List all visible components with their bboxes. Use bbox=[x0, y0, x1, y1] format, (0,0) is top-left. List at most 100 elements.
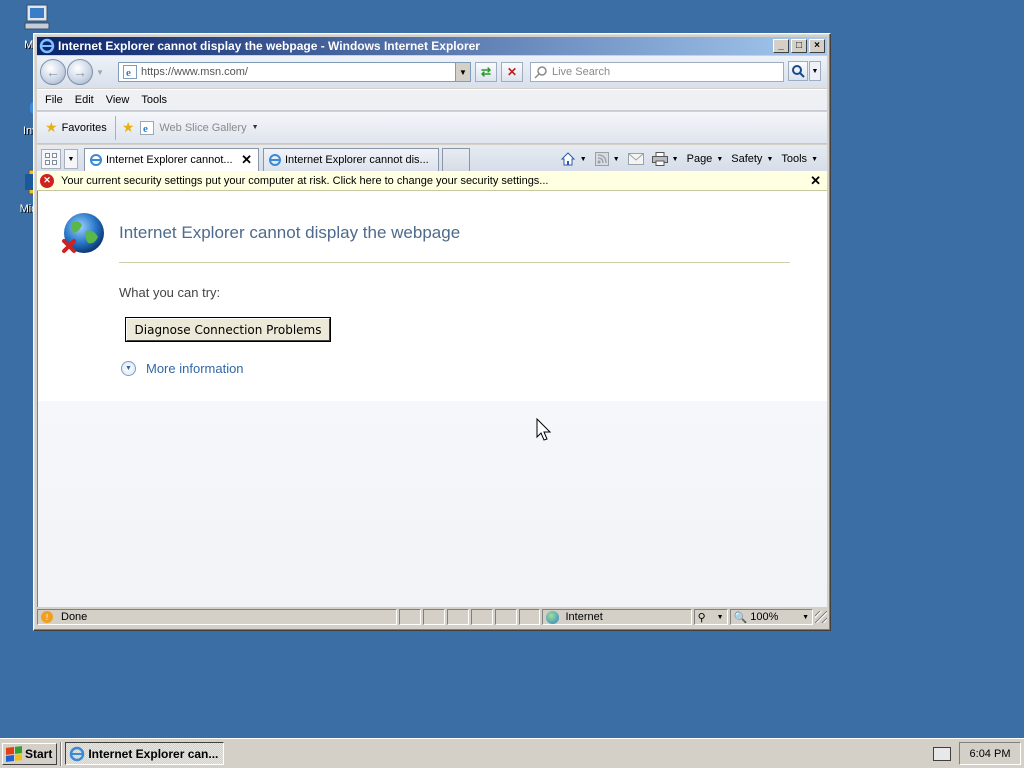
tab-list-dropdown[interactable]: ▼ bbox=[64, 149, 78, 169]
protected-mode-panel[interactable]: ⚲ ▼ bbox=[693, 609, 728, 625]
minimize-button[interactable]: _ bbox=[773, 39, 789, 53]
tab-active[interactable]: Internet Explorer cannot... ✕ bbox=[84, 148, 259, 171]
command-bar: ▼ ▼ ▼ Page ▼ Safety ▼ Tools ▼ bbox=[557, 149, 821, 169]
menu-bar: File Edit View Tools bbox=[37, 89, 827, 111]
clock[interactable]: 6:04 PM bbox=[959, 742, 1021, 765]
close-button[interactable]: × bbox=[809, 39, 825, 53]
status-panel bbox=[398, 609, 421, 625]
resize-grip[interactable] bbox=[815, 611, 828, 623]
read-mail-button[interactable] bbox=[625, 153, 647, 165]
globe-error-icon bbox=[62, 213, 104, 253]
favorites-label: Favorites bbox=[61, 121, 107, 134]
chevron-down-icon: ▼ bbox=[671, 155, 679, 163]
more-information-link[interactable]: ▼ More information bbox=[121, 361, 244, 376]
tab-label: Internet Explorer cannot dis... bbox=[285, 154, 429, 166]
mouse-cursor-icon bbox=[536, 418, 552, 441]
new-tab-button[interactable] bbox=[442, 148, 470, 171]
magnifier-icon bbox=[792, 65, 805, 78]
security-information-bar[interactable]: ✕ Your current security settings put you… bbox=[37, 171, 827, 191]
address-dropdown[interactable]: ▼ bbox=[455, 63, 470, 81]
infobar-message[interactable]: Your current security settings put your … bbox=[61, 175, 810, 187]
feeds-button[interactable]: ▼ bbox=[592, 152, 623, 166]
address-bar[interactable]: e https://www.msn.com/ ▼ bbox=[118, 62, 471, 82]
stop-icon: ✕ bbox=[506, 65, 518, 79]
page-menu-label: Page bbox=[686, 153, 713, 165]
tools-menu-button[interactable]: Tools ▼ bbox=[778, 153, 821, 165]
status-bar: ! Done Internet ⚲ ▼ 🔍 100% ▼ bbox=[37, 607, 828, 627]
search-options-dropdown[interactable]: ▼ bbox=[809, 61, 821, 81]
keyboard-icon[interactable] bbox=[933, 746, 951, 761]
zoom-icon: 🔍 bbox=[733, 611, 748, 624]
my-computer-icon bbox=[24, 4, 50, 30]
home-icon bbox=[560, 152, 576, 166]
close-tab-icon[interactable]: ✕ bbox=[241, 152, 252, 168]
chevron-down-icon: ▼ bbox=[802, 613, 810, 621]
status-text-panel: ! Done bbox=[37, 609, 397, 625]
search-input[interactable]: Live Search bbox=[552, 66, 610, 78]
menu-edit[interactable]: Edit bbox=[71, 94, 102, 106]
search-go-button[interactable] bbox=[788, 61, 808, 81]
quick-tabs-button[interactable] bbox=[41, 149, 61, 169]
close-infobar-icon[interactable]: ✕ bbox=[810, 173, 821, 189]
what-you-can-try-label: What you can try: bbox=[119, 285, 221, 300]
back-button[interactable]: ← bbox=[40, 59, 66, 85]
home-button[interactable]: ▼ bbox=[557, 151, 590, 167]
chevron-down-icon: ▼ bbox=[811, 155, 818, 163]
system-tray: 6:04 PM bbox=[933, 742, 1021, 765]
internet-zone-icon bbox=[546, 610, 560, 624]
web-slice-gallery-button[interactable]: e Web Slice Gallery ▼ bbox=[140, 120, 259, 135]
taskbar-item-label: Internet Explorer can... bbox=[88, 746, 219, 761]
chevron-down-icon: ▼ bbox=[67, 155, 75, 163]
menu-tools[interactable]: Tools bbox=[137, 94, 175, 106]
page-menu-button[interactable]: Page ▼ bbox=[684, 153, 727, 165]
refresh-button[interactable]: ⇄ bbox=[475, 62, 497, 82]
security-zone-panel[interactable]: Internet bbox=[542, 609, 692, 625]
maximize-icon: □ bbox=[795, 40, 803, 51]
status-panel bbox=[518, 609, 541, 625]
web-slice-gallery-label: Web Slice Gallery bbox=[159, 121, 247, 134]
ie-tab-icon bbox=[90, 154, 102, 166]
safety-menu-button[interactable]: Safety ▼ bbox=[728, 153, 776, 165]
stop-button[interactable]: ✕ bbox=[501, 62, 523, 82]
divider bbox=[119, 262, 790, 263]
recent-pages-dropdown[interactable]: ▼ bbox=[94, 68, 106, 77]
search-icon bbox=[534, 66, 547, 79]
maximize-button[interactable]: □ bbox=[791, 39, 807, 53]
security-warning-icon: ✕ bbox=[40, 173, 54, 188]
ie-tab-icon bbox=[269, 154, 281, 166]
address-input[interactable]: https://www.msn.com/ bbox=[141, 66, 455, 78]
title-bar[interactable]: Internet Explorer cannot display the web… bbox=[37, 37, 827, 55]
page-ie-icon: e bbox=[123, 65, 137, 79]
menu-view[interactable]: View bbox=[102, 94, 138, 106]
taskbar-item-internet-explorer[interactable]: Internet Explorer can... bbox=[65, 742, 225, 765]
diagnose-connection-button[interactable]: Diagnose Connection Problems bbox=[126, 318, 330, 341]
favorites-button[interactable]: ★ Favorites bbox=[41, 115, 116, 140]
search-box[interactable]: Live Search bbox=[530, 62, 784, 82]
status-text: Done bbox=[61, 611, 88, 623]
tab-row: ▼ Internet Explorer cannot... ✕ Internet… bbox=[37, 145, 827, 171]
status-panel bbox=[494, 609, 517, 625]
favorites-bar: ★ Favorites ★ e Web Slice Gallery ▼ bbox=[37, 112, 827, 144]
close-icon: × bbox=[814, 40, 820, 51]
print-button[interactable]: ▼ bbox=[649, 152, 682, 166]
chevron-down-icon: ▼ bbox=[612, 155, 620, 163]
forward-button[interactable]: → bbox=[67, 59, 93, 85]
safety-menu-label: Safety bbox=[731, 153, 763, 165]
chevron-down-icon: ▼ bbox=[579, 155, 587, 163]
status-panel bbox=[470, 609, 493, 625]
tab-label: Internet Explorer cannot... bbox=[106, 154, 233, 166]
menu-file[interactable]: File bbox=[41, 94, 71, 106]
window-title: Internet Explorer cannot display the web… bbox=[58, 39, 480, 53]
expand-chevron-icon: ▼ bbox=[121, 361, 136, 376]
zone-label: Internet bbox=[565, 611, 603, 623]
chevron-down-icon: ▼ bbox=[716, 613, 724, 621]
chevron-down-icon: ▼ bbox=[716, 155, 724, 163]
protected-mode-icon: ⚲ bbox=[697, 611, 706, 624]
taskbar-separator bbox=[60, 741, 63, 766]
zoom-panel[interactable]: 🔍 100% ▼ bbox=[729, 609, 814, 625]
tab-inactive[interactable]: Internet Explorer cannot dis... bbox=[263, 148, 439, 171]
start-button[interactable]: Start bbox=[2, 742, 58, 765]
printer-icon bbox=[651, 152, 668, 166]
svg-text:e: e bbox=[126, 67, 131, 79]
add-to-favorites-bar-icon[interactable]: ★ bbox=[122, 119, 135, 136]
